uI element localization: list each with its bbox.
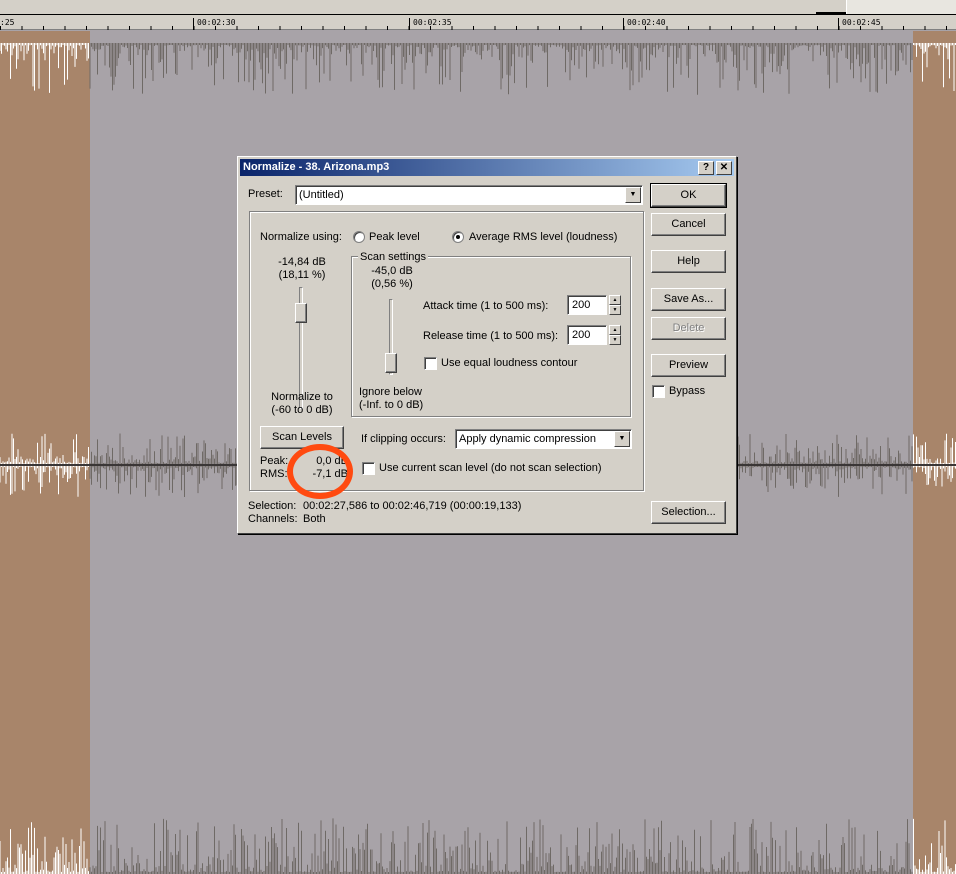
equal-loudness-checkbox[interactable] [424, 357, 437, 370]
bypass-label[interactable]: Bypass [669, 385, 705, 397]
ruler-label: 00:02:40 [623, 18, 666, 30]
annotation-circle [287, 444, 353, 499]
bypass-checkbox[interactable] [652, 385, 665, 398]
peak-label: Peak: [260, 455, 289, 467]
timeline-ruler[interactable]: :25 00:02:30 00:02:35 00:02:40 00:02:45 [0, 0, 956, 30]
help-button[interactable]: Help [651, 250, 726, 273]
ignore-pct-readout: (0,56 %) [371, 278, 413, 290]
selection-label: Selection: [248, 500, 297, 512]
level-pct-readout: (18,11 %) [278, 269, 326, 281]
ruler-label: 00:02:30 [193, 18, 236, 30]
cancel-button[interactable]: Cancel [651, 213, 726, 236]
equal-loudness-label[interactable]: Use equal loudness contour [441, 357, 577, 369]
attack-time-stepper[interactable]: ▲ ▼ [609, 295, 621, 315]
clipping-select[interactable]: Apply dynamic compression ▼ [455, 429, 632, 449]
waveform-spikes [0, 818, 956, 874]
dialog-titlebar[interactable]: Normalize - 38. Arizona.mp3 ? ✕ [240, 159, 734, 176]
spin-up-icon[interactable]: ▲ [609, 325, 621, 335]
spin-up-icon[interactable]: ▲ [609, 295, 621, 305]
delete-button[interactable]: Delete [651, 317, 726, 340]
level-db-readout: -14,84 dB [278, 256, 326, 268]
rms-label: RMS: [260, 468, 288, 480]
normalize-slider-thumb[interactable] [295, 303, 307, 323]
ruler-label: 00:02:35 [409, 18, 452, 30]
ruler-label: 00:02:45 [838, 18, 881, 30]
release-time-stepper[interactable]: ▲ ▼ [609, 325, 621, 345]
help-icon[interactable]: ? [698, 161, 714, 175]
ruler-ticks: :25 00:02:30 00:02:35 00:02:40 00:02:45 [0, 14, 956, 30]
preview-button[interactable]: Preview [651, 354, 726, 377]
waveform-spikes [89, 818, 913, 874]
dialog-title: Normalize - 38. Arizona.mp3 [243, 161, 390, 173]
clipping-label: If clipping occurs: [361, 433, 446, 445]
ruler-minor-ticks [0, 26, 956, 30]
peak-level-label[interactable]: Peak level [369, 231, 420, 243]
channels-value: Both [303, 513, 326, 525]
ignore-db-readout: -45,0 dB [371, 265, 413, 277]
preset-select[interactable]: (Untitled) ▼ [295, 185, 643, 205]
clipping-value: Apply dynamic compression [459, 433, 596, 445]
release-time-input[interactable]: 200 [567, 325, 607, 345]
spin-down-icon[interactable]: ▼ [609, 305, 621, 315]
chevron-down-icon[interactable]: ▼ [614, 431, 630, 447]
attack-time-label: Attack time (1 to 500 ms): [423, 300, 549, 312]
ruler-label: :25 [0, 18, 14, 30]
avg-rms-radio[interactable] [452, 231, 464, 243]
chevron-down-icon[interactable]: ▼ [625, 187, 641, 203]
scan-settings-label: Scan settings [358, 251, 429, 263]
waveform-spikes [0, 43, 956, 93]
release-time-label: Release time (1 to 500 ms): [423, 330, 559, 342]
spin-down-icon[interactable]: ▼ [609, 335, 621, 345]
ruler-scroll-area[interactable] [846, 0, 956, 14]
use-current-scan-checkbox[interactable] [362, 462, 375, 475]
channels-label: Channels: [248, 513, 298, 525]
avg-rms-label[interactable]: Average RMS level (loudness) [469, 231, 617, 243]
normalize-to-range: (-60 to 0 dB) [271, 404, 333, 416]
preset-value: (Untitled) [299, 189, 344, 201]
peak-level-radio[interactable] [353, 231, 365, 243]
close-icon[interactable]: ✕ [716, 161, 732, 175]
preset-label: Preset: [248, 188, 283, 200]
ignore-below-label: Ignore below [359, 386, 422, 398]
ignore-below-range: (-Inf. to 0 dB) [359, 399, 424, 411]
waveform-spikes [89, 43, 913, 95]
use-current-scan-label[interactable]: Use current scan level (do not scan sele… [379, 462, 602, 474]
ok-button[interactable]: OK [650, 183, 727, 208]
normalize-to-label: Normalize to [271, 391, 333, 403]
attack-time-input[interactable]: 200 [567, 295, 607, 315]
save-as-button[interactable]: Save As... [651, 288, 726, 311]
normalize-using-label: Normalize using: [260, 231, 342, 243]
selection-value: 00:02:27,586 to 00:02:46,719 (00:00:19,1… [303, 500, 522, 512]
selection-button[interactable]: Selection... [651, 501, 726, 524]
ruler-scroll-marker[interactable] [816, 0, 846, 14]
ignore-slider-thumb[interactable] [385, 353, 397, 373]
